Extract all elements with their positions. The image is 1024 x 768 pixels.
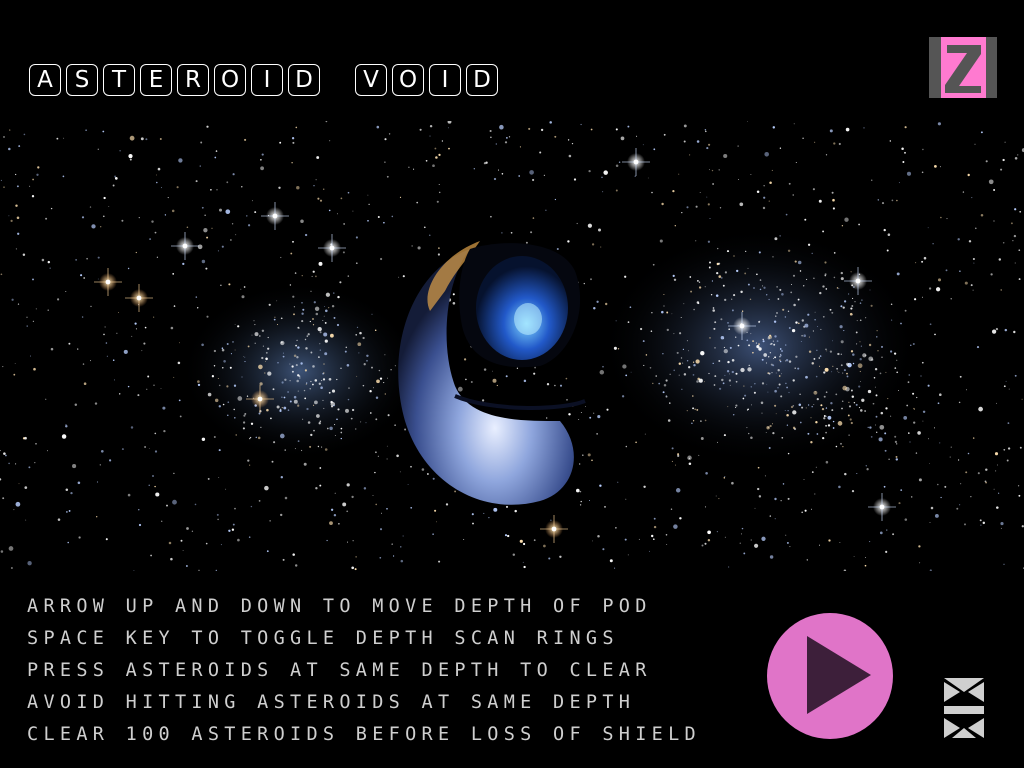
title-letter-tile: D	[288, 64, 320, 96]
instruction-line: CLEAR 100 ASTEROIDS BEFORE LOSS OF SHIEL…	[27, 724, 701, 745]
title-letter-tile: S	[66, 64, 98, 96]
title-letter-tile: E	[140, 64, 172, 96]
play-icon	[807, 636, 871, 714]
instruction-line: ARROW UP AND DOWN TO MOVE DEPTH OF POD	[27, 596, 652, 617]
instruction-line: SPACE KEY TO TOGGLE DEPTH SCAN RINGS	[27, 628, 619, 649]
title-letter-tile: D	[466, 64, 498, 96]
studio-logo-icon	[940, 676, 988, 744]
space-scene[interactable]	[0, 121, 1024, 571]
instructions-list: ARROW UP AND DOWN TO MOVE DEPTH OF POD S…	[27, 591, 701, 751]
title-letter-tile: O	[392, 64, 424, 96]
instruction-line: AVOID HITTING ASTEROIDS AT SAME DEPTH	[27, 692, 636, 713]
title-letter-tile: I	[251, 64, 283, 96]
title-letter-tile: A	[29, 64, 61, 96]
play-button[interactable]	[767, 613, 893, 739]
title-letter-tile: V	[355, 64, 387, 96]
title-letter-tile: O	[214, 64, 246, 96]
instruction-line: PRESS ASTEROIDS AT SAME DEPTH TO CLEAR	[27, 660, 652, 681]
title-letter-tile: T	[103, 64, 135, 96]
pod-ship	[398, 241, 586, 505]
z-logo[interactable]: Z	[929, 37, 997, 98]
game-title: ASTEROIDVOID	[29, 63, 503, 97]
title-letter-tile: R	[177, 64, 209, 96]
title-letter-tile: I	[429, 64, 461, 96]
